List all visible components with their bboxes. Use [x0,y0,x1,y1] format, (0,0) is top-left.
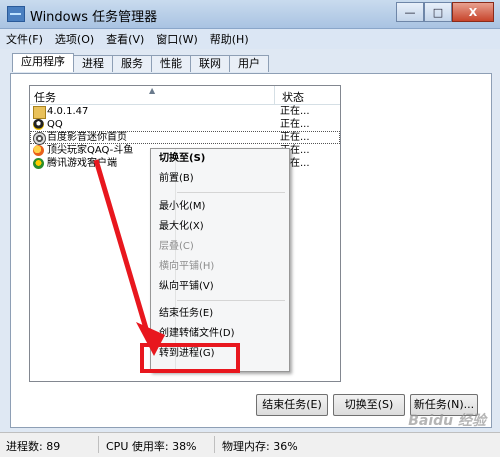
minimize-button[interactable]: — [396,2,424,22]
maximize-button[interactable]: □ [424,2,452,22]
task-name: 4.0.1.47 [47,106,89,117]
menu-separator [177,300,285,301]
memory-usage: 物理内存: 36% [222,440,298,453]
list-item[interactable]: QQ 正在... [30,118,340,131]
context-menu: 切换至(S) 前置(B) 最小化(M) 最大化(X) 层叠(C) 横向平铺(H)… [150,148,290,372]
column-status-label[interactable]: 状态 [282,89,304,105]
menu-item-cascade: 层叠(C) [159,241,194,252]
column-task-label: 任务 [34,91,56,104]
tab-processes[interactable]: 进程 [73,55,113,72]
task-name: QQ [47,119,63,130]
list-header: 任务 ▲ 状态 [30,86,340,105]
tab-strip: 应用程序 进程 服务 性能 联网 用户 [12,53,269,72]
status-divider [214,436,215,453]
close-button[interactable]: X [452,2,494,22]
baidu-jingyan-watermark: Baidu 经验 [408,413,486,429]
menu-help[interactable]: 帮助(H) [204,31,255,47]
menu-item-bring-to-front[interactable]: 前置(B) [159,171,194,187]
menu-item-switch-to[interactable]: 切换至(S) [159,151,205,167]
sort-ascending-icon: ▲ [149,86,156,95]
annotation-highlight-box [140,343,240,373]
qq-games-icon [33,158,44,169]
menu-item-end-task[interactable]: 结束任务(E) [159,306,213,322]
menu-view[interactable]: 查看(V) [100,31,150,47]
switch-to-button[interactable]: 切换至(S) [333,394,405,416]
process-count: 进程数: 89 [6,440,61,453]
tab-users[interactable]: 用户 [229,55,269,72]
task-status: 正在... [280,106,310,117]
status-divider [98,436,99,453]
task-manager-icon [7,6,25,22]
window-controls: — □ X [396,2,494,22]
menu-item-tile-horizontal: 横向平铺(H) [159,261,215,272]
menu-item-tile-vertical[interactable]: 纵向平铺(V) [159,279,214,295]
menu-bar: 文件(F) 选项(O) 查看(V) 窗口(W) 帮助(H) [0,29,500,49]
menu-item-minimize[interactable]: 最小化(M) [159,199,205,215]
list-item-selected[interactable]: 百度影音迷你首页 正在... [30,131,340,145]
cpu-usage: CPU 使用率: 38% [106,440,197,453]
task-name: 百度影音迷你首页 [47,132,127,143]
end-task-button[interactable]: 结束任务(E) [256,394,328,416]
list-item[interactable]: 4.0.1.47 正在... [30,105,340,119]
qqlive-icon [33,145,44,156]
tab-networking[interactable]: 联网 [190,55,230,72]
menu-item-create-dump[interactable]: 创建转储文件(D) [159,326,235,342]
tab-applications[interactable]: 应用程序 [12,53,74,72]
tab-performance[interactable]: 性能 [151,55,191,72]
title-bar: Windows 任务管理器 — □ X [0,0,500,29]
window-title: Windows 任务管理器 [30,10,158,25]
menu-file[interactable]: 文件(F) [0,31,49,47]
column-task[interactable]: 任务 ▲ [30,86,275,104]
task-status: 正在... [280,119,310,130]
menu-item-maximize[interactable]: 最大化(X) [159,219,204,235]
menu-options[interactable]: 选项(O) [49,31,100,47]
tab-services[interactable]: 服务 [112,55,152,72]
qq-icon [33,119,44,130]
task-status: 正在... [280,132,310,143]
status-bar: 进程数: 89 CPU 使用率: 38% 物理内存: 36% [0,432,500,457]
menu-separator [177,192,285,193]
menu-window[interactable]: 窗口(W) [150,31,203,47]
